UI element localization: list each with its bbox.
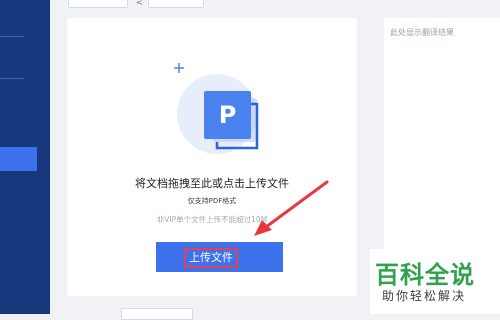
watermark-logo: 百科全说 助你轻松解决 <box>370 249 500 314</box>
upload-title: 将文档拖拽至此或点击上传文件 <box>135 177 289 190</box>
top-tab[interactable] <box>68 0 128 8</box>
watermark-slogan: 助你轻松解决 <box>382 289 467 303</box>
plus-sparkle-icon <box>174 63 184 73</box>
watermark-title: 百科全说 <box>375 261 475 289</box>
sidebar-divider <box>0 78 24 79</box>
pdf-file-icon: P <box>174 63 259 154</box>
vip-limit-note: 非VIP单个文件上传不能超过10M <box>156 215 268 224</box>
bottom-tab[interactable] <box>121 308 193 320</box>
top-tab[interactable] <box>148 0 204 8</box>
upload-file-label: 上传文件 <box>184 248 238 268</box>
pdf-letter: P <box>219 101 237 129</box>
sidebar <box>0 0 50 314</box>
supported-formats-text: 仅支持PDF格式 <box>187 197 237 205</box>
upload-file-button[interactable]: 上传文件 <box>156 242 283 272</box>
swap-arrow-icon[interactable]: < <box>136 0 143 7</box>
upload-dropzone[interactable]: P 将文档拖拽至此或点击上传文件 仅支持PDF格式 非VIP单个文件上传不能超过… <box>67 18 357 296</box>
result-placeholder: 此处显示翻译结果 <box>390 28 454 37</box>
sidebar-divider <box>0 36 24 37</box>
sidebar-item-active[interactable] <box>0 147 37 171</box>
